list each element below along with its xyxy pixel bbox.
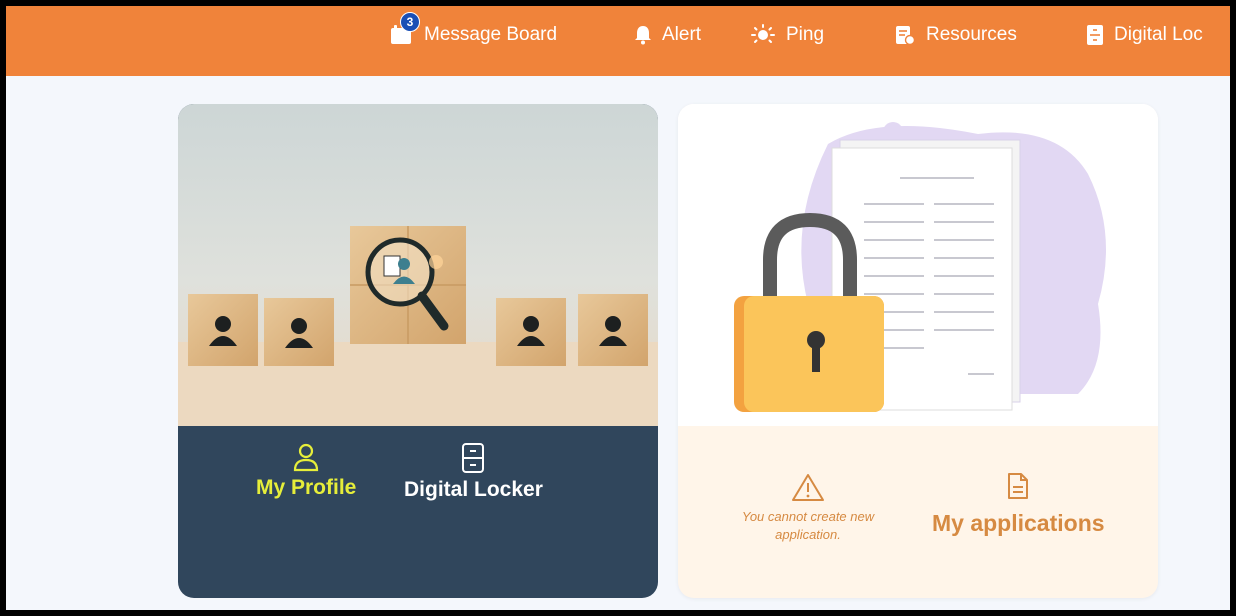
application-status-notice: You cannot create new application. [708,472,908,544]
nav-digital-locker[interactable]: Digital Loc [1086,6,1203,64]
nav-message-board-label: Message Board [424,24,558,45]
my-profile-label: My Profile [256,476,357,499]
nav-message-board[interactable]: 3 Message Board [390,6,557,64]
warning-icon [792,474,824,501]
message-board-icon: 3 [390,12,420,46]
digital-locker-tile[interactable]: Digital Locker [404,442,543,502]
ping-icon [750,24,776,46]
cannot-create-application-text: You cannot create new application. [741,509,875,542]
app-frame: 3 Message Board Alert Ping Resources Dig… [6,6,1230,610]
applications-card: You cannot create new application. My ap… [678,104,1158,598]
user-icon [294,443,319,472]
nav-digital-locker-label: Digital Loc [1114,24,1203,45]
nav-alert-label: Alert [662,24,702,45]
nav-resources[interactable]: Resources [894,6,1017,64]
profile-search-photo [178,104,658,426]
my-applications-label: My applications [932,510,1105,536]
cabinet-icon [462,443,485,473]
bell-icon [634,25,652,45]
document-icon [1008,473,1029,499]
profile-card: My Profile Digital Locker [178,104,658,598]
top-navigation-bar: 3 Message Board Alert Ping Resources Dig… [6,6,1230,76]
message-count-badge: 3 [400,12,420,32]
nav-resources-label: Resources [926,24,1017,45]
nav-ping-label: Ping [786,24,825,45]
my-profile-tile[interactable]: My Profile [256,442,356,500]
nav-alert[interactable]: Alert [634,6,701,64]
cabinet-icon [1086,24,1104,46]
locked-document-illustration [678,104,1158,426]
resources-icon [894,24,916,46]
my-applications-tile[interactable]: My applications [932,472,1105,537]
nav-ping[interactable]: Ping [750,6,824,64]
digital-locker-label: Digital Locker [404,478,543,501]
